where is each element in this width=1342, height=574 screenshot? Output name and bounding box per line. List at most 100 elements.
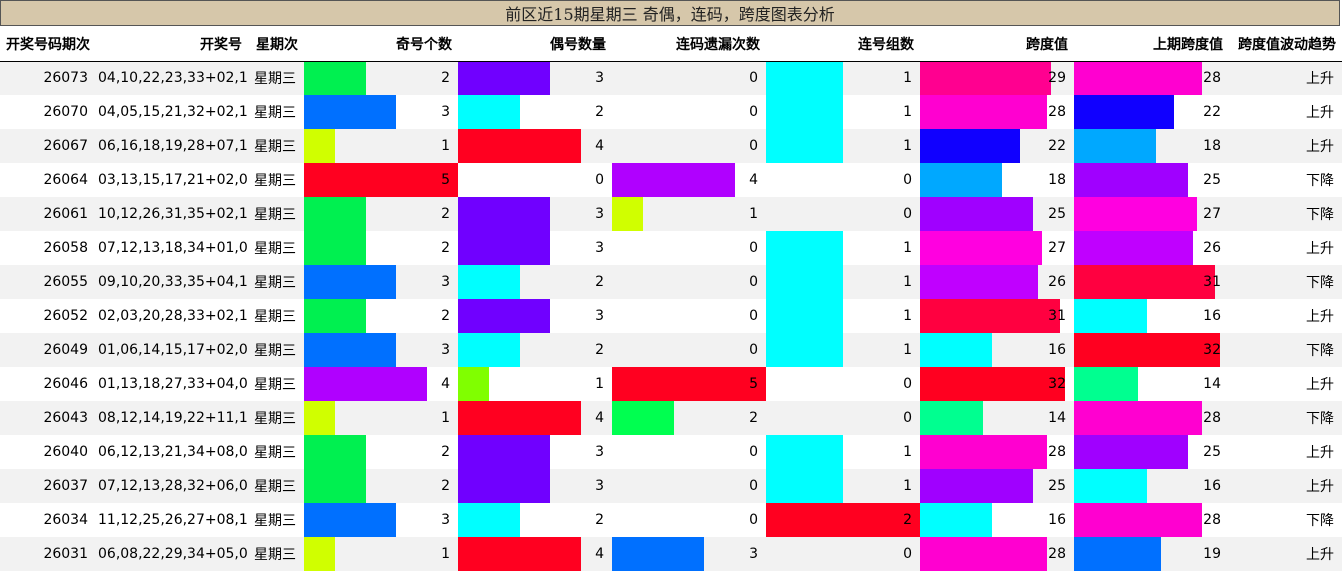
even-bar xyxy=(458,503,520,537)
prev-span-cell: 31 xyxy=(1074,265,1229,299)
span-value: 28 xyxy=(1048,444,1066,460)
even-bar xyxy=(458,61,551,95)
prev-span-value: 25 xyxy=(1203,172,1221,188)
table-row: 26067 06,16,18,19,28+07,11 星期三 1 4 0 1 22 18 上升 xyxy=(0,129,1342,163)
span-bar xyxy=(920,401,984,435)
trend-cell: 上升 xyxy=(1306,241,1334,257)
span-value: 16 xyxy=(1048,512,1066,528)
miss-value: 0 xyxy=(749,240,758,256)
numbers-cell: 06,08,22,29,34+05,07 xyxy=(98,546,248,562)
numbers-cell: 07,12,13,18,34+01,05 xyxy=(98,240,248,256)
prev-span-cell: 22 xyxy=(1074,95,1229,129)
header-trend[interactable]: 跨度值波动趋势 xyxy=(1229,27,1342,62)
even-cell: 4 xyxy=(458,401,612,435)
numbers-cell: 04,10,22,23,33+02,12 xyxy=(98,70,248,87)
odd-value: 1 xyxy=(441,546,450,562)
span-value: 22 xyxy=(1048,138,1066,154)
miss-value: 0 xyxy=(749,70,758,87)
groups-cell: 1 xyxy=(766,299,920,333)
prev-span-bar xyxy=(1074,333,1220,367)
miss-cell: 0 xyxy=(612,503,766,537)
odd-cell: 3 xyxy=(304,95,458,129)
prev-span-bar xyxy=(1074,129,1157,163)
odd-value: 3 xyxy=(441,512,450,528)
even-value: 2 xyxy=(595,512,604,528)
odd-value: 2 xyxy=(441,444,450,460)
prev-span-cell: 28 xyxy=(1074,401,1229,435)
span-cell: 27 xyxy=(920,231,1074,265)
groups-cell: 1 xyxy=(766,333,920,367)
prev-span-value: 32 xyxy=(1203,342,1221,358)
groups-cell: 1 xyxy=(766,231,920,265)
odd-bar xyxy=(304,537,335,571)
header-even[interactable]: 偶号数量 xyxy=(458,27,612,62)
groups-bar xyxy=(766,265,843,299)
header-miss[interactable]: 连码遗漏次数 xyxy=(612,27,766,62)
prev-span-bar xyxy=(1074,367,1138,401)
even-cell: 3 xyxy=(458,299,612,333)
groups-value: 0 xyxy=(903,206,912,222)
prev-span-bar xyxy=(1074,503,1202,537)
prev-span-cell: 27 xyxy=(1074,197,1229,231)
even-bar xyxy=(458,129,582,163)
even-value: 4 xyxy=(595,410,604,426)
miss-value: 5 xyxy=(749,376,758,392)
span-bar xyxy=(920,299,1061,333)
prev-span-cell: 19 xyxy=(1074,537,1229,571)
trend-cell: 下降 xyxy=(1306,207,1334,223)
groups-cell: 1 xyxy=(766,265,920,299)
odd-cell: 2 xyxy=(304,299,458,333)
table-row: 26031 06,08,22,29,34+05,07 星期三 1 4 3 0 28 19 上升 xyxy=(0,537,1342,571)
prev-span-cell: 26 xyxy=(1074,231,1229,265)
miss-cell: 5 xyxy=(612,367,766,401)
prev-span-bar xyxy=(1074,197,1198,231)
span-cell: 28 xyxy=(920,95,1074,129)
trend-cell: 上升 xyxy=(1306,479,1334,495)
header-week[interactable]: 星期次 xyxy=(248,27,304,62)
even-bar xyxy=(458,299,551,333)
miss-value: 2 xyxy=(749,410,758,426)
prev-span-cell: 18 xyxy=(1074,129,1229,163)
header-groups[interactable]: 连号组数 xyxy=(766,27,920,62)
groups-value: 1 xyxy=(903,104,912,120)
miss-cell: 0 xyxy=(612,129,766,163)
table-row: 26043 08,12,14,19,22+11,12 星期三 1 4 2 0 14 28 下降 xyxy=(0,401,1342,435)
span-value: 32 xyxy=(1048,376,1066,392)
issue-cell: 26064 xyxy=(43,172,88,188)
groups-bar xyxy=(766,61,843,95)
header-numbers[interactable]: 开奖号 xyxy=(98,27,248,62)
odd-bar xyxy=(304,401,335,435)
odd-value: 3 xyxy=(441,104,450,120)
table-row: 26049 01,06,14,15,17+02,03 星期三 3 2 0 1 16 32 下降 xyxy=(0,333,1342,367)
miss-cell: 0 xyxy=(612,469,766,503)
prev-span-value: 19 xyxy=(1203,546,1221,562)
miss-cell: 0 xyxy=(612,299,766,333)
numbers-cell: 09,10,20,33,35+04,11 xyxy=(98,274,248,290)
groups-value: 1 xyxy=(903,444,912,460)
span-cell: 18 xyxy=(920,163,1074,197)
prev-span-bar xyxy=(1074,61,1202,95)
span-bar xyxy=(920,231,1043,265)
header-odd[interactable]: 奇号个数 xyxy=(304,27,458,62)
odd-bar xyxy=(304,231,366,265)
groups-cell: 1 xyxy=(766,95,920,129)
odd-value: 1 xyxy=(441,138,450,154)
header-span[interactable]: 跨度值 xyxy=(920,27,1074,62)
header-prev-span[interactable]: 上期跨度值 xyxy=(1074,27,1229,62)
odd-value: 1 xyxy=(441,410,450,426)
odd-value: 4 xyxy=(441,376,450,392)
miss-value: 1 xyxy=(749,206,758,222)
even-bar xyxy=(458,435,551,469)
chart-title-text: 前区近15期星期三 奇偶，连码，跨度图表分析 xyxy=(505,5,835,24)
span-value: 14 xyxy=(1048,410,1066,426)
even-cell: 3 xyxy=(458,61,612,95)
header-row: 开奖号码期次 开奖号 星期次 奇号个数 偶号数量 连码遗漏次数 连号组数 跨度值… xyxy=(0,27,1342,62)
groups-cell: 2 xyxy=(766,503,920,537)
even-cell: 2 xyxy=(458,333,612,367)
groups-value: 1 xyxy=(903,70,912,87)
odd-cell: 3 xyxy=(304,503,458,537)
even-bar xyxy=(458,197,551,231)
odd-cell: 5 xyxy=(304,163,458,197)
header-issue[interactable]: 开奖号码期次 xyxy=(0,27,98,62)
even-cell: 0 xyxy=(458,163,612,197)
